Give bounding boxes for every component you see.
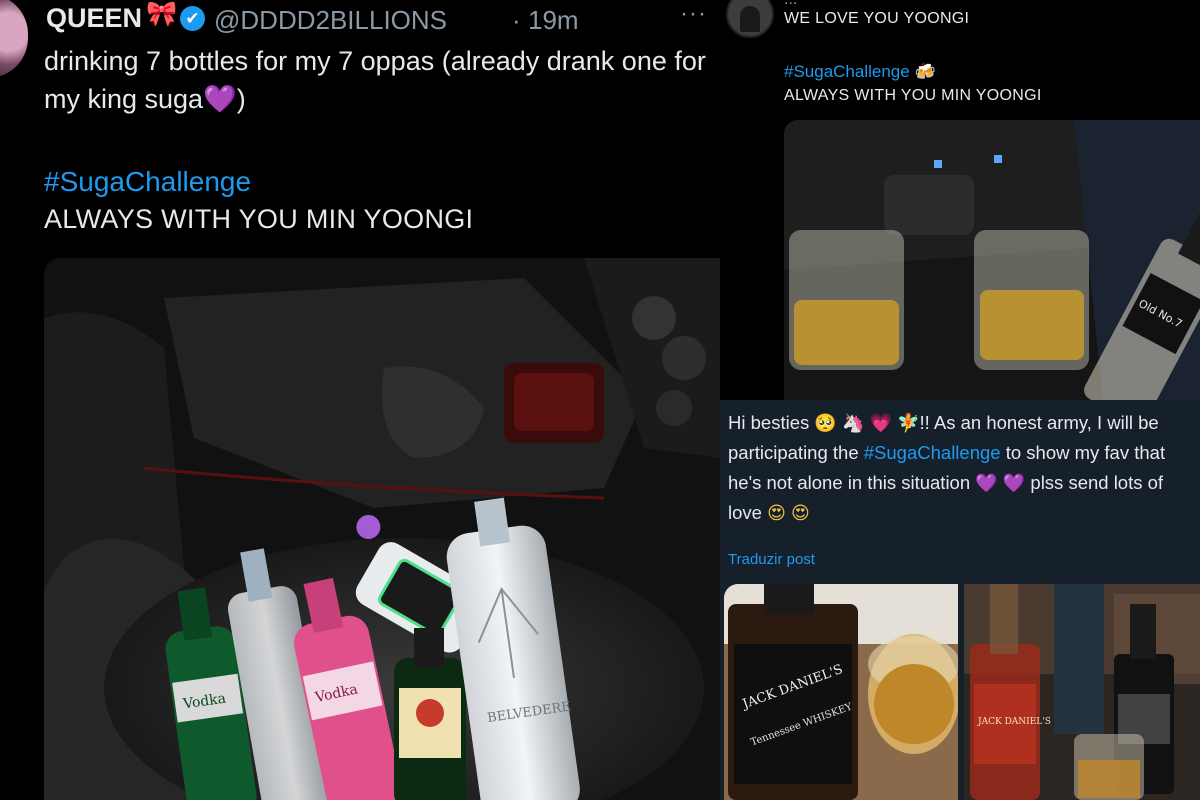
more-options-icon[interactable]: ··· [680,0,707,28]
pleading-face-icon: 🥺 [814,413,837,433]
hashtag-link[interactable]: #SugaChallenge [784,62,910,81]
jack-label-2: JACK DANIEL'S [977,717,1051,727]
heart-eyes-icon: 😍 [790,503,810,523]
heart-eyes-icon: 😍 [767,503,786,523]
hashtag-line: #SugaChallenge 🍻 [784,62,936,82]
verified-badge-icon[interactable]: ✔ [180,6,205,31]
purple-heart-icon: 💜 [975,473,998,493]
right-top-tweet: ... WE LOVE YOU YOONGI #SugaChallenge 🍻 … [720,0,1200,400]
tweet-photo-bottles-car[interactable]: Vodka Vodka BELVEDERE [44,258,720,800]
tweet-text: WE LOVE YOU YOONGI [784,10,970,27]
post-text: Hi besties 🥺 🦄 💗 🧚!! As an honest army, … [728,408,1194,528]
user-avatar[interactable] [726,0,774,38]
pink-heart-icon: 💗 [869,413,892,433]
translate-post-link[interactable]: Traduzir post [728,551,815,568]
meta-separator: · [512,5,521,35]
tweet-text-close: ) [236,84,246,114]
left-tweet: QUEEN 🎀 ✔ @DDDD2BILLIONS · 19m ··· drink… [0,0,720,800]
unicorn-icon: 🦄 [841,413,865,433]
tweet-tagline: ALWAYS WITH YOU MIN YOONGI [784,87,1042,104]
fairy-icon: 🧚 [897,413,920,433]
user-handle[interactable]: @DDDD2BILLIONS [214,5,447,36]
post-photo-jack-daniels-table[interactable]: JACK DANIEL'S [964,584,1200,800]
tweet-photo-whiskey-glasses[interactable]: Old No.7 [784,120,1200,400]
post-photo-jack-daniels-glass[interactable]: JACK DANIEL'S Tennessee WHISKEY [724,584,958,800]
tweet-text: drinking 7 bottles for my 7 oppas (alrea… [44,46,706,114]
beer-emoji-icon: 🍻 [914,62,936,81]
purple-heart-icon: 💜 [1002,473,1026,493]
bow-emoji-icon: 🎀 [146,0,178,28]
hashtag-link[interactable]: #SugaChallenge [44,166,251,198]
hashtag-link[interactable]: #SugaChallenge [864,442,1001,463]
tweet-body: drinking 7 bottles for my 7 oppas (alrea… [44,42,716,118]
post-text-part1: Hi besties [728,412,810,433]
truncated-header: ... [784,0,797,9]
user-avatar[interactable] [0,0,28,78]
right-bottom-post: Hi besties 🥺 🦄 💗 🧚!! As an honest army, … [720,400,1200,800]
purple-heart-icon: 💜 [203,84,237,114]
user-display-name[interactable]: QUEEN [46,3,142,34]
tweet-timestamp[interactable]: 19m [528,5,579,36]
tweet-tagline: ALWAYS WITH YOU MIN YOONGI [44,204,474,234]
